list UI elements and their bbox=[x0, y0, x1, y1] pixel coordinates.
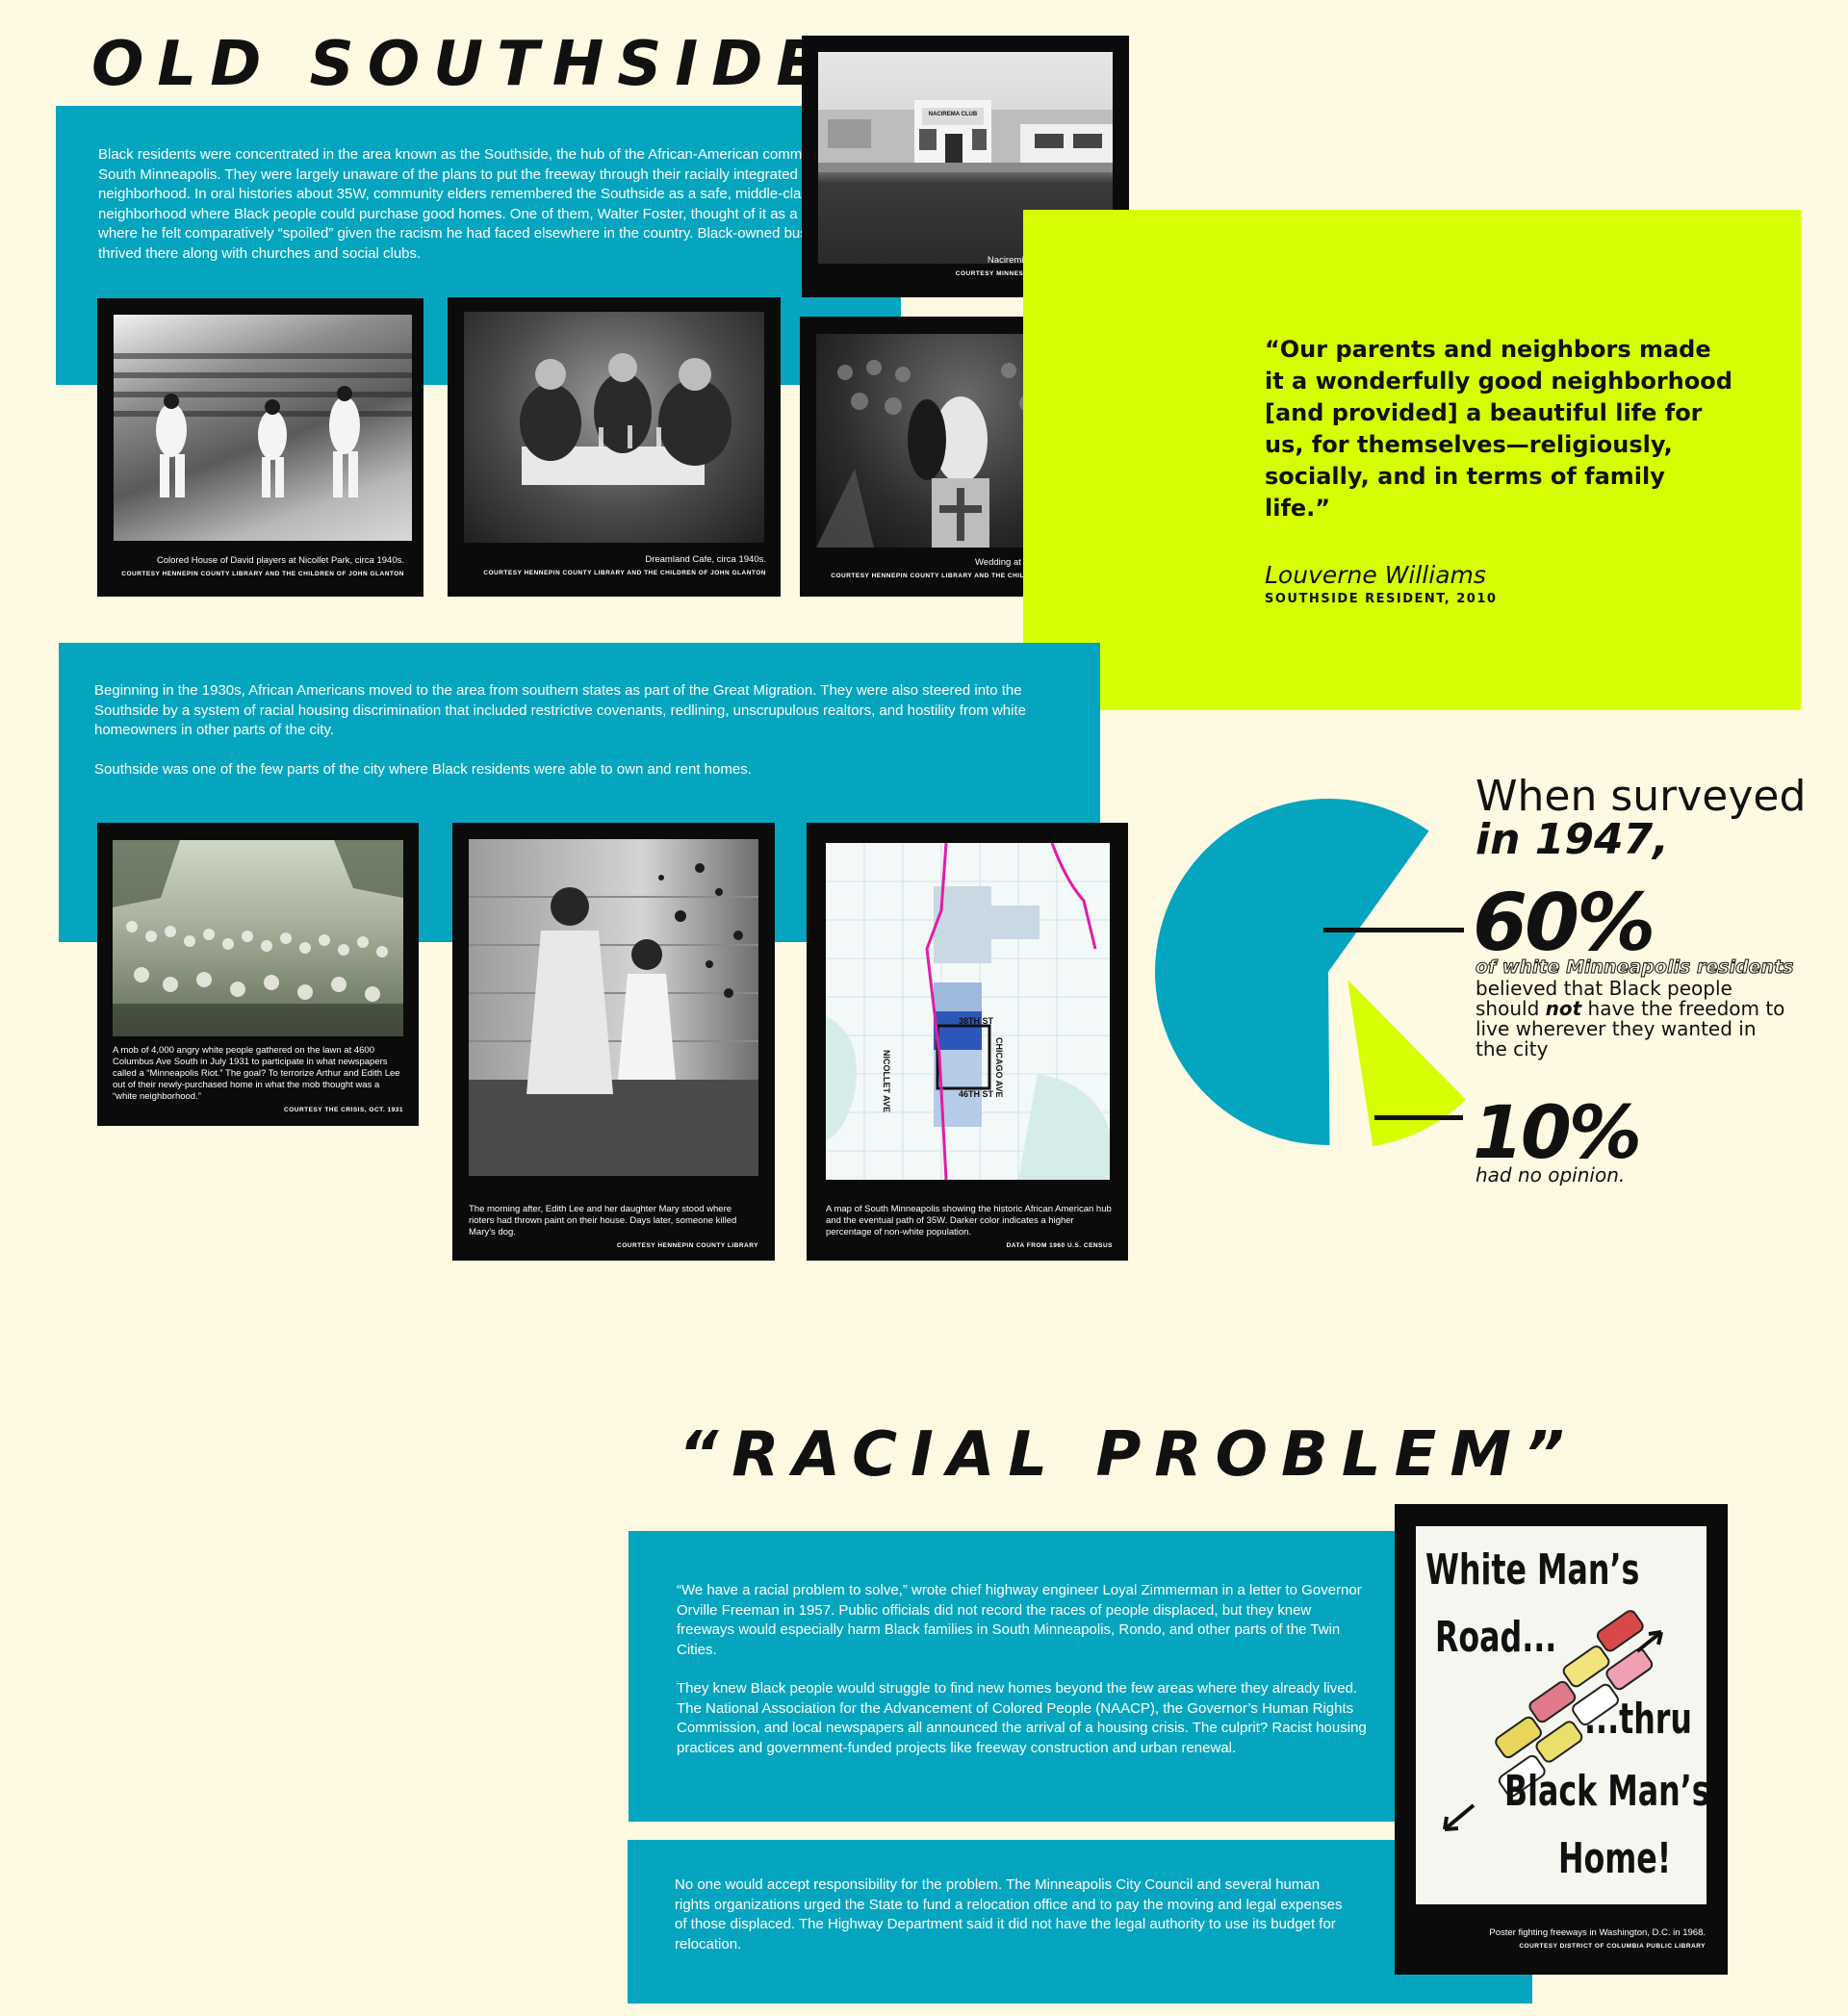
survey-heading-1: When surveyed bbox=[1476, 772, 1807, 821]
photo-edith-and-mary-lee bbox=[469, 839, 758, 1176]
survey-pct-60-label: of white Minneapolis residents bbox=[1475, 957, 1794, 979]
caption-map: A map of South Minneapolis showing the h… bbox=[826, 1204, 1113, 1249]
migration-paragraph-1: Beginning in the 1930s, African American… bbox=[94, 682, 1026, 738]
survey-heading-2: in 1947, bbox=[1476, 815, 1669, 864]
poster-white-mans-road: White Man’s Road... ...thru Black Man’s … bbox=[1416, 1526, 1707, 1904]
quote-author-role: SOUTHSIDE RESIDENT, 2010 bbox=[1265, 592, 1498, 606]
section-title-racial-problem: “RACIAL PROBLEM” bbox=[679, 1419, 1578, 1491]
migration-paragraph-2: Southside was one of the few parts of th… bbox=[94, 760, 752, 778]
poster-line-3: ...thru bbox=[1584, 1695, 1692, 1744]
photo-dreamland-cafe bbox=[464, 312, 764, 543]
poster-line-2: Road... bbox=[1435, 1613, 1557, 1662]
responsibility-paragraph: No one would accept responsibility for t… bbox=[675, 1876, 1343, 1952]
map-label-chicago: CHICAGO AVE bbox=[994, 1037, 1004, 1098]
racial-problem-paragraph-1: “We have a racial problem to solve,” wro… bbox=[677, 1582, 1362, 1658]
caption-dreamland: Dreamland Cafe, circa 1940s. COURTESY HE… bbox=[483, 554, 766, 576]
quote-text: “Our parents and neighbors made it a won… bbox=[1265, 336, 1732, 522]
racial-problem-paragraph-2: They knew Black people would struggle to… bbox=[677, 1680, 1367, 1756]
caption-baseball: Colored House of David players at Nicoll… bbox=[121, 555, 404, 577]
caption-mob: A mob of 4,000 angry white people gather… bbox=[113, 1045, 403, 1113]
survey-pct-10: 10% bbox=[1473, 1089, 1642, 1175]
map-label-nicollet: NICOLLET AVE bbox=[882, 1050, 891, 1112]
caption-lee: The morning after, Edith Lee and her dau… bbox=[469, 1204, 758, 1249]
map-label-46th: 46TH ST bbox=[959, 1089, 994, 1099]
section-title-old-southside: OLD SOUTHSIDE bbox=[91, 29, 833, 100]
quote-block: “Our parents and neighbors made it a won… bbox=[1023, 210, 1801, 710]
naciremia-sign: NACIREMA CLUB bbox=[928, 112, 978, 117]
intro-paragraph: Black residents were concentrated in the… bbox=[98, 146, 857, 262]
migration-text: Beginning in the 1930s, African American… bbox=[94, 681, 1057, 799]
photo-frame-map: 38TH ST 46TH ST NICOLLET AVE CHICAGO AVE… bbox=[807, 823, 1128, 1261]
racial-problem-text: “We have a racial problem to solve,” wro… bbox=[677, 1581, 1370, 1777]
leader-line-10 bbox=[1374, 1115, 1463, 1120]
photo-frame-dreamland: Dreamland Cafe, circa 1940s. COURTESY HE… bbox=[448, 297, 781, 597]
poster-line-4: Black Man’s bbox=[1504, 1767, 1707, 1816]
caption-poster: Poster fighting freeways in Washington, … bbox=[1489, 1927, 1706, 1950]
survey-pct-60-description: believed that Black people should not ha… bbox=[1476, 977, 1785, 1060]
leader-line-60 bbox=[1323, 928, 1464, 932]
poster-frame: White Man’s Road... ...thru Black Man’s … bbox=[1395, 1504, 1728, 1975]
photo-frame-baseball: Colored House of David players at Nicoll… bbox=[97, 298, 424, 597]
map-south-minneapolis: 38TH ST 46TH ST NICOLLET AVE CHICAGO AVE bbox=[826, 843, 1110, 1180]
photo-frame-lee: The morning after, Edith Lee and her dau… bbox=[452, 823, 775, 1261]
photo-mob-riot bbox=[113, 840, 403, 1036]
quote-author: Louverne Williams bbox=[1265, 561, 1486, 589]
poster-line-5: Home! bbox=[1558, 1834, 1672, 1883]
pie-slice-no-opinion bbox=[1348, 980, 1466, 1146]
photo-baseball-players bbox=[114, 315, 412, 541]
survey-pct-10-label: had no opinion. bbox=[1476, 1163, 1626, 1187]
map-label-38th: 38TH ST bbox=[959, 1016, 994, 1026]
racial-problem-panel: “We have a racial problem to solve,” wro… bbox=[629, 1531, 1449, 1822]
poster-line-1: White Man’s bbox=[1425, 1545, 1640, 1595]
photo-frame-mob: A mob of 4,000 angry white people gather… bbox=[97, 823, 419, 1126]
survey-pct-60: 60% bbox=[1473, 878, 1656, 969]
